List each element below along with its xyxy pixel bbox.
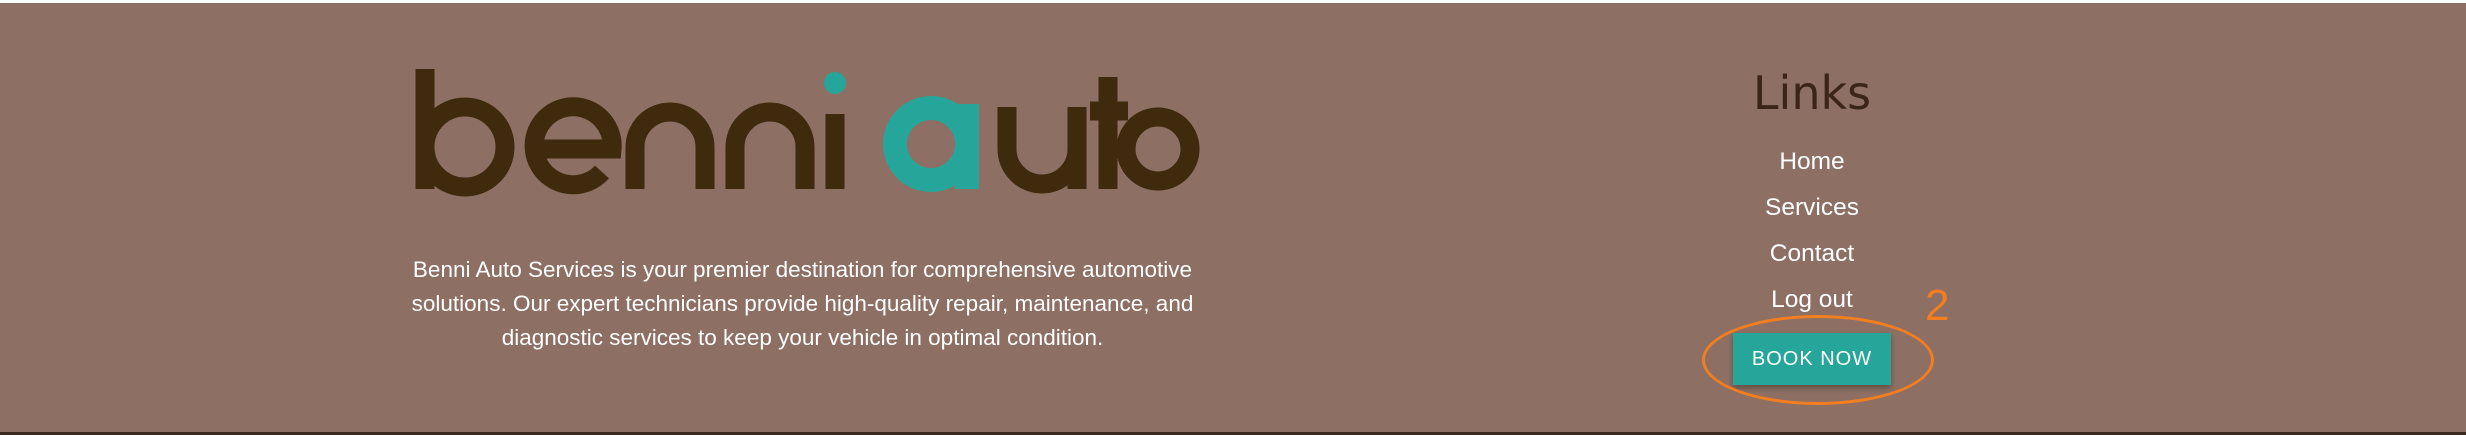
footer-link-logout[interactable]: Log out: [1662, 284, 1962, 316]
annotation-highlight-circle: [1702, 315, 1934, 405]
footer-link-home[interactable]: Home: [1662, 146, 1962, 178]
footer-description: Benni Auto Services is your premier dest…: [411, 257, 1194, 350]
footer-link-contact[interactable]: Contact: [1662, 238, 1962, 270]
benni-auto-logo[interactable]: [410, 59, 1200, 199]
site-footer: Benni Auto Services is your premier dest…: [0, 0, 2466, 435]
annotation-number: 2: [1925, 281, 1950, 330]
links-heading: Links: [1752, 66, 1872, 120]
footer-link-services[interactable]: Services: [1662, 192, 1962, 224]
